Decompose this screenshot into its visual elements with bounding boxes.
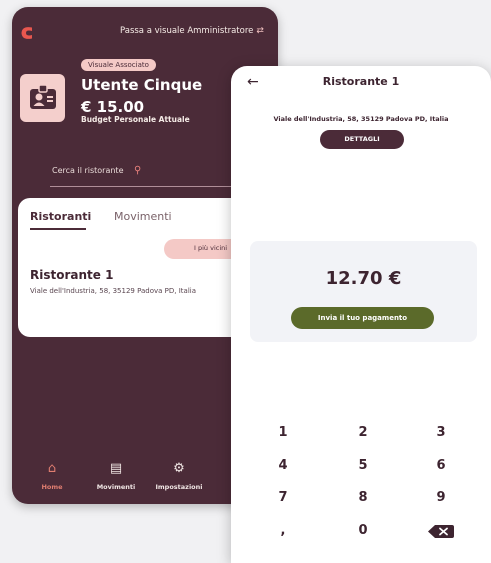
key-9[interactable]: 9 bbox=[421, 486, 461, 510]
active-tab-indicator bbox=[30, 228, 86, 230]
search-icon[interactable]: ⚲ bbox=[134, 165, 141, 176]
avatar bbox=[20, 74, 65, 122]
role-badge: Visuale Associato bbox=[81, 59, 156, 71]
nav-impostazioni-label: Impostazioni bbox=[155, 483, 203, 491]
app-logo-icon bbox=[21, 27, 32, 39]
backspace-icon[interactable] bbox=[428, 525, 454, 538]
key-5[interactable]: 5 bbox=[343, 454, 383, 478]
key-2[interactable]: 2 bbox=[343, 421, 383, 445]
restaurant-name[interactable]: Ristorante 1 bbox=[30, 268, 113, 282]
filter-chip-label: I più vicini bbox=[194, 244, 228, 252]
budget-label: Budget Personale Attuale bbox=[81, 115, 190, 124]
restaurant-address: Viale dell'Industria, 58, 35129 Padova P… bbox=[30, 287, 197, 295]
switch-admin-view-button[interactable]: Passa a visuale Amministratore ⇄ bbox=[120, 26, 264, 36]
key-4[interactable]: 4 bbox=[263, 454, 303, 478]
user-name: Utente Cinque bbox=[81, 76, 203, 94]
gear-icon: ⚙ bbox=[173, 461, 185, 476]
key-6[interactable]: 6 bbox=[421, 454, 461, 478]
key-8[interactable]: 8 bbox=[343, 486, 383, 510]
tab-ristoranti[interactable]: Ristoranti bbox=[30, 210, 91, 223]
search-placeholder: Cerca il ristorante bbox=[52, 166, 124, 175]
key-3[interactable]: 3 bbox=[421, 421, 461, 445]
key-1[interactable]: 1 bbox=[263, 421, 303, 445]
swap-icon: ⇄ bbox=[256, 26, 264, 36]
tab-movimenti[interactable]: Movimenti bbox=[114, 210, 172, 223]
id-badge-icon bbox=[30, 84, 56, 109]
key-7[interactable]: 7 bbox=[263, 486, 303, 510]
switch-admin-label: Passa a visuale Amministratore bbox=[120, 26, 254, 36]
key-comma[interactable]: , bbox=[263, 519, 303, 543]
key-0[interactable]: 0 bbox=[343, 519, 383, 543]
numeric-keypad: 1 2 3 4 5 6 7 8 9 , 0 bbox=[231, 66, 491, 563]
nav-impostazioni[interactable]: ⚙ Impostazioni bbox=[139, 461, 219, 491]
budget-amount: € 15.00 bbox=[81, 98, 145, 116]
payment-screen: ← Ristorante 1 Viale dell'Industria, 58,… bbox=[231, 66, 491, 563]
